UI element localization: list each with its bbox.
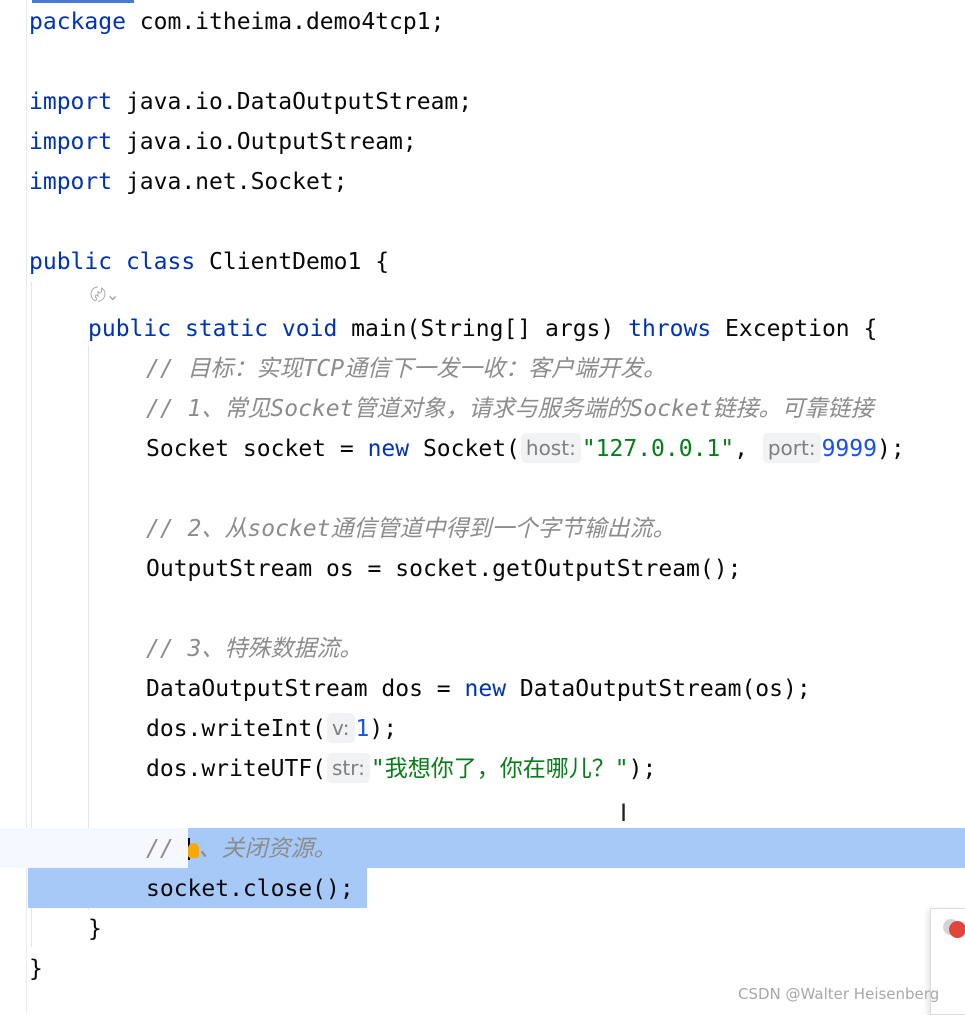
code-text: ); (628, 756, 657, 782)
code-text: ); (369, 716, 398, 742)
code-text: java.io.DataOutputStream; (112, 89, 473, 115)
code-text: java.io.OutputStream; (112, 129, 417, 155)
code-line[interactable]: import java.io.DataOutputStream; (29, 82, 472, 122)
code-text: dos.writeUTF( (146, 756, 327, 782)
code-line[interactable]: OutputStream os = socket.getOutputStream… (146, 549, 741, 589)
code-line[interactable]: import java.io.OutputStream; (29, 122, 417, 162)
code-line[interactable]: socket.close(); (146, 869, 354, 909)
keyword: class (125, 249, 196, 275)
parameter-hint: str: (327, 753, 370, 783)
code-text: Socket socket = (146, 436, 368, 462)
keyword: import (29, 129, 113, 155)
comment-text: 、关闭资源。 (198, 836, 337, 862)
code-text: , (734, 436, 762, 462)
code-line[interactable]: public class ClientDemo1 { (29, 242, 389, 282)
code-line[interactable]: dos.writeUTF(str: "我想你了，你在哪儿？"); (146, 749, 656, 789)
code-text: com.itheima.demo4tcp1; (125, 9, 445, 35)
code-text: ); (876, 436, 905, 462)
code-text: DataOutputStream(os); (506, 676, 811, 702)
code-text: DataOutputStream dos = (146, 676, 465, 702)
string-literal: "127.0.0.1" (581, 436, 735, 462)
keyword: public (88, 316, 172, 342)
comment-text: // (146, 836, 188, 862)
parameter-hint: port: (762, 433, 821, 463)
code-line[interactable]: public static void main(String[] args) t… (88, 309, 877, 349)
keyword: import (29, 89, 113, 115)
code-text: dos.writeInt( (146, 716, 327, 742)
keyword: new (464, 676, 507, 702)
number-literal: 9999 (821, 436, 877, 462)
intention-bulb-icon[interactable] (187, 843, 199, 858)
keyword: package (29, 9, 126, 35)
keyword: throws (628, 316, 712, 342)
code-comment[interactable]: // 1、常见Socket管道对象，请求与服务端的Socket链接。可靠链接 (146, 389, 874, 429)
code-text: main(String[] args) (337, 316, 629, 342)
keyword: import (29, 169, 113, 195)
code-comment[interactable]: // 3、特殊数据流。 (146, 629, 362, 669)
mouse-ibeam-cursor: I (620, 799, 628, 827)
code-line[interactable]: } (88, 909, 102, 949)
ai-assistant-icon[interactable]: 〄⌄ (90, 283, 130, 307)
code-text: java.net.Socket; (112, 169, 348, 195)
number-literal: 1 (355, 716, 370, 742)
code-comment[interactable]: // 目标：实现TCP通信下一发一收：客户端开发。 (146, 349, 666, 389)
code-text: Exception { (711, 316, 878, 342)
code-text: ClientDemo1 { (195, 249, 390, 275)
keyword: new (367, 436, 410, 462)
watermark: CSDN @Walter Heisenberg (738, 985, 940, 1003)
code-line[interactable]: import java.net.Socket; (29, 162, 348, 202)
code-line[interactable]: } (29, 949, 43, 989)
code-comment[interactable]: // 2、从socket通信管道中得到一个字节输出流。 (146, 509, 675, 549)
code-line[interactable]: Socket socket = new Socket(host: "127.0.0… (146, 429, 905, 469)
code-line[interactable]: package com.itheima.demo4tcp1; (29, 2, 444, 42)
keyword: static (184, 316, 269, 342)
parameter-hint: host: (520, 433, 581, 463)
keyword: void (281, 316, 338, 342)
parameter-hint: v: (327, 713, 355, 743)
code-editor[interactable]: package com.itheima.demo4tcp1; import ja… (0, 0, 965, 1015)
indent-guide (88, 345, 89, 910)
keyword: public (29, 249, 113, 275)
code-comment[interactable]: // 、关闭资源。 (146, 829, 337, 869)
code-line[interactable]: dos.writeInt(v: 1); (146, 709, 397, 749)
string-literal: "我想你了，你在哪儿？" (370, 756, 629, 782)
code-line[interactable]: DataOutputStream dos = new DataOutputStr… (146, 669, 811, 709)
record-dot-icon[interactable] (949, 921, 965, 938)
code-text: Socket( (409, 436, 520, 462)
